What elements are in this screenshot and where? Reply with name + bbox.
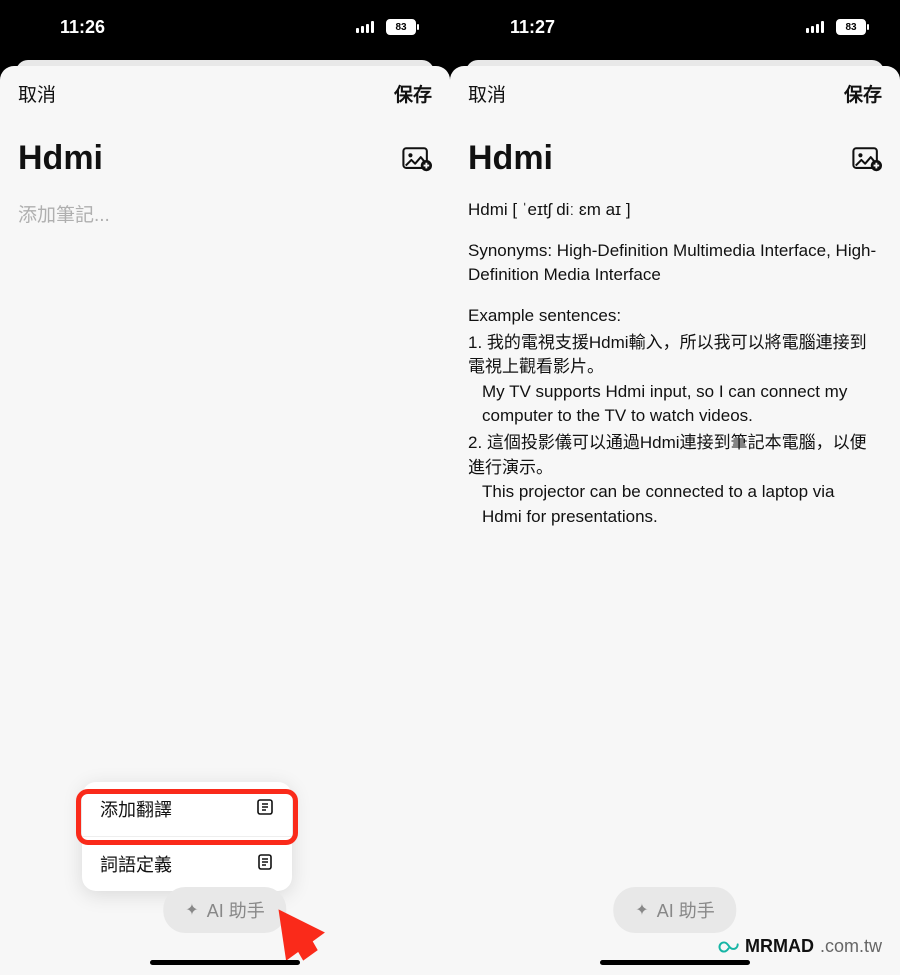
menu-add-translation[interactable]: 添加翻譯 — [82, 782, 292, 837]
example-1-en: My TV supports Hdmi input, so I can conn… — [468, 380, 878, 429]
status-right: 83 — [356, 18, 416, 36]
menu-word-definition[interactable]: 詞語定義 — [82, 837, 292, 891]
save-button[interactable]: 保存 — [844, 80, 882, 107]
status-bar: 11:27 83 — [450, 0, 900, 54]
example-2-zh: 2. 這個投影儀可以通過Hdmi連接到筆記本電腦，以便進行演示。 — [468, 433, 867, 477]
menu-label: 詞語定義 — [100, 851, 172, 877]
cellular-icon — [806, 21, 824, 33]
note-title[interactable]: Hdmi — [18, 139, 103, 178]
synonyms-line: Synonyms: High-Definition Multimedia Int… — [468, 239, 878, 288]
menu-label: 添加翻譯 — [100, 796, 172, 822]
sheet-handle — [0, 54, 450, 66]
note-sheet: 取消 保存 Hdmi Hdmi [ ˈeɪtʃ diː ɛm aɪ ] — [450, 66, 900, 975]
status-time: 11:26 — [60, 17, 105, 38]
ai-button-label: AI 助手 — [207, 897, 265, 923]
phone-right: 11:27 83 取消 保存 Hdmi — [450, 0, 900, 975]
cancel-button[interactable]: 取消 — [18, 80, 56, 107]
watermark-brand: MRMAD — [745, 936, 814, 957]
status-bar: 11:26 83 — [0, 0, 450, 54]
note-body[interactable]: Hdmi [ ˈeɪtʃ diː ɛm aɪ ] Synonyms: High-… — [468, 198, 882, 546]
add-image-icon[interactable] — [852, 146, 882, 172]
status-time: 11:27 — [510, 17, 555, 38]
home-indicator[interactable] — [600, 960, 750, 965]
watermark-domain: .com.tw — [820, 936, 882, 957]
add-image-icon[interactable] — [402, 146, 432, 172]
ai-assistant-button[interactable]: ✦ AI 助手 — [613, 887, 736, 933]
cellular-icon — [356, 21, 374, 33]
example-2-en: This projector can be connected to a lap… — [468, 480, 878, 529]
example-1-zh: 1. 我的電視支援Hdmi輸入，所以我可以將電腦連接到電視上觀看影片。 — [468, 333, 867, 377]
sparkle-icon: ✦ — [185, 900, 198, 920]
sheet-handle — [450, 54, 900, 66]
book-icon — [256, 798, 274, 821]
pronunciation-line: Hdmi [ ˈeɪtʃ diː ɛm aɪ ] — [468, 198, 878, 223]
sparkle-icon: ✦ — [635, 900, 648, 920]
home-indicator[interactable] — [150, 960, 300, 965]
ai-button-label: AI 助手 — [657, 897, 715, 923]
document-icon — [256, 853, 274, 876]
save-button[interactable]: 保存 — [394, 80, 432, 107]
note-sheet: 取消 保存 Hdmi 添加筆記... 添加翻譯 — [0, 66, 450, 975]
examples-label: Example sentences: — [468, 304, 878, 329]
battery-icon: 83 — [386, 19, 416, 35]
note-title[interactable]: Hdmi — [468, 139, 553, 178]
battery-icon: 83 — [836, 19, 866, 35]
watermark: MRMAD .com.tw — [713, 936, 882, 957]
status-right: 83 — [806, 18, 866, 36]
ai-popup-menu: 添加翻譯 詞語定義 — [82, 782, 292, 891]
note-placeholder[interactable]: 添加筆記... — [18, 200, 432, 227]
infinity-icon — [713, 939, 739, 955]
cancel-button[interactable]: 取消 — [468, 80, 506, 107]
phone-left: 11:26 83 取消 保存 Hdmi — [0, 0, 450, 975]
